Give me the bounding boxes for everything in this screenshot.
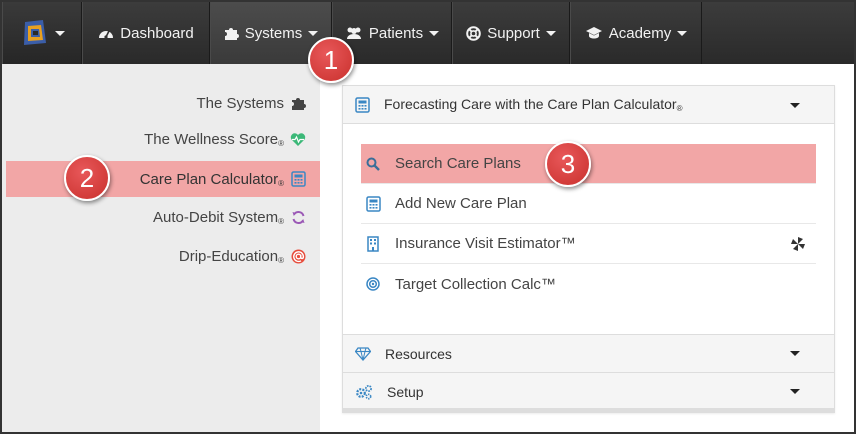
sidebar: The Systems The Wellness Score® Care Pla… xyxy=(2,64,320,432)
section-label: Setup xyxy=(387,383,424,400)
at-icon xyxy=(290,248,306,264)
brand-logo-icon xyxy=(19,18,49,48)
resources-section-header[interactable]: Resources xyxy=(343,334,834,372)
heartbeat-icon xyxy=(290,131,306,147)
puzzle-icon xyxy=(224,26,239,41)
pinwheel-icon[interactable] xyxy=(790,236,806,252)
main-content: Forecasting Care with the Care Plan Calc… xyxy=(320,64,854,432)
section-label: Resources xyxy=(385,345,452,362)
nav-support[interactable]: Support xyxy=(452,2,570,64)
sidebar-item-care-plan-calculator[interactable]: Care Plan Calculator® xyxy=(6,161,320,197)
callout-badge-3: 3 xyxy=(545,141,591,187)
diamond-icon xyxy=(355,346,371,361)
puzzle-icon xyxy=(290,95,306,111)
graduation-cap-icon xyxy=(585,26,603,40)
sidebar-item-label: Care Plan Calculator® xyxy=(139,170,284,188)
menu-item-label: Insurance Visit Estimator™ xyxy=(395,235,576,252)
chevron-down-icon xyxy=(55,30,65,36)
cogs-icon xyxy=(355,384,373,400)
menu-item-label: Search Care Plans xyxy=(395,155,521,172)
sidebar-item-the-systems[interactable]: The Systems xyxy=(2,85,320,121)
refresh-icon xyxy=(290,209,306,225)
insurance-visit-estimator-link[interactable]: Insurance Visit Estimator™ xyxy=(361,224,816,264)
top-navbar: Dashboard Systems Patients Support Acade… xyxy=(2,2,854,64)
chevron-down-icon xyxy=(677,30,688,36)
nav-systems-label: Systems xyxy=(244,24,303,42)
nav-patients-label: Patients xyxy=(368,24,424,42)
chevron-down-icon xyxy=(308,30,319,36)
chevron-down-icon[interactable] xyxy=(790,103,800,108)
sidebar-item-auto-debit-system[interactable]: Auto-Debit System® xyxy=(2,199,320,235)
nav-academy-label: Academy xyxy=(608,24,672,42)
care-plan-panel: Forecasting Care with the Care Plan Calc… xyxy=(342,85,835,413)
app-window: Dashboard Systems Patients Support Acade… xyxy=(0,0,856,434)
add-new-care-plan-link[interactable]: Add New Care Plan xyxy=(361,184,816,224)
callout-badge-2: 2 xyxy=(64,155,110,201)
bullseye-icon xyxy=(365,277,381,291)
sidebar-item-label: Auto-Debit System® xyxy=(153,208,284,226)
calculator-icon xyxy=(290,171,306,187)
brand-menu[interactable] xyxy=(2,2,82,64)
chevron-down-icon xyxy=(545,30,556,36)
setup-section-header[interactable]: Setup xyxy=(343,372,834,410)
tachometer-icon xyxy=(98,26,114,40)
sidebar-item-label: Drip-Education® xyxy=(178,247,284,265)
sidebar-item-label: The Wellness Score® xyxy=(144,130,284,148)
menu-item-label: Target Collection Calc™ xyxy=(395,275,556,293)
calculator-icon xyxy=(355,96,370,113)
building-icon xyxy=(365,235,381,252)
nav-support-label: Support xyxy=(487,24,540,42)
nav-dashboard[interactable]: Dashboard xyxy=(82,2,210,64)
menu-item-label: Add New Care Plan xyxy=(395,195,527,212)
sidebar-item-drip-education[interactable]: Drip-Education® xyxy=(2,238,320,274)
sidebar-item-label: The Systems xyxy=(196,94,284,112)
chevron-down-icon xyxy=(429,30,440,36)
panel-footer xyxy=(343,408,834,413)
calculator-icon xyxy=(365,195,381,212)
chevron-down-icon[interactable] xyxy=(790,389,800,394)
nav-academy[interactable]: Academy xyxy=(570,2,702,64)
chevron-down-icon[interactable] xyxy=(790,351,800,356)
sidebar-item-wellness-score[interactable]: The Wellness Score® xyxy=(2,121,320,157)
users-icon xyxy=(345,26,363,40)
life-ring-icon xyxy=(466,25,482,41)
search-icon xyxy=(365,157,381,171)
callout-badge-1: 1 xyxy=(308,37,354,83)
nav-dashboard-label: Dashboard xyxy=(120,24,194,42)
panel-header[interactable]: Forecasting Care with the Care Plan Calc… xyxy=(343,86,834,124)
panel-title: Forecasting Care with the Care Plan Calc… xyxy=(384,96,683,113)
target-collection-calc-link[interactable]: Target Collection Calc™ xyxy=(361,264,816,304)
